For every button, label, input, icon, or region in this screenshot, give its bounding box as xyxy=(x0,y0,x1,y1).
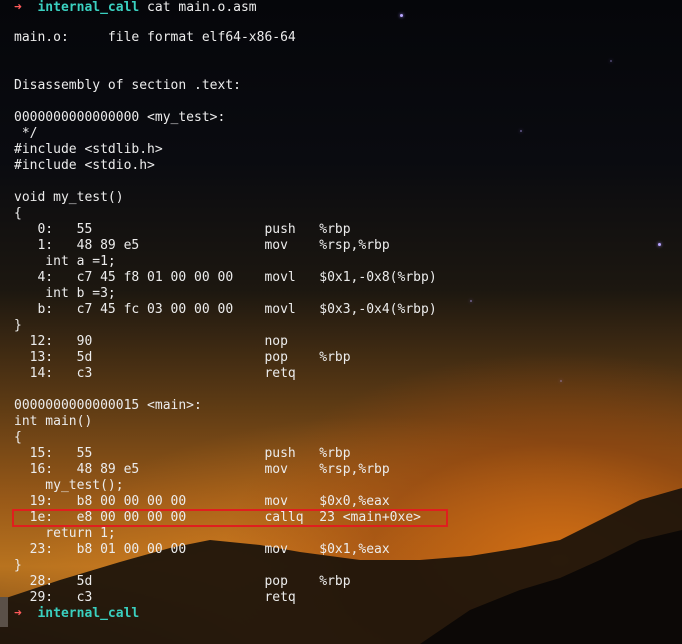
output-line: { xyxy=(14,206,22,221)
output-line: } xyxy=(14,558,22,573)
output-line: { xyxy=(14,430,22,445)
output-line: #include <stdlib.h> xyxy=(14,142,163,157)
output-line: int a =1; xyxy=(14,254,116,269)
prompt-arrow-icon: ➜ xyxy=(14,606,22,621)
output-line: 29: c3 retq xyxy=(14,590,296,605)
output-line: Disassembly of section .text: xyxy=(14,78,241,93)
prompt-directory: internal_call xyxy=(37,0,140,15)
output-line: 12: 90 nop xyxy=(14,334,288,349)
output-line: 28: 5d pop %rbp xyxy=(14,574,351,589)
output-line: my_test(); xyxy=(14,478,124,493)
output-line: 13: 5d pop %rbp xyxy=(14,350,351,365)
output-line: int main() xyxy=(14,414,93,429)
command-text: cat main.o.asm xyxy=(139,0,257,15)
callq-highlight-box xyxy=(12,509,448,527)
output-line: return 1; xyxy=(14,526,116,541)
output-line: 0: 55 push %rbp xyxy=(14,222,351,237)
output-line: int b =3; xyxy=(14,286,116,301)
output-line: main.o: file format elf64-x86-64 xyxy=(14,30,296,45)
prompt-line: ➜ internal_call xyxy=(14,606,139,622)
output-line: 0000000000000015 <main>: xyxy=(14,398,202,413)
command-line: ➜ internal_call cat main.o.asm xyxy=(14,0,257,16)
output-line: 23: b8 01 00 00 00 mov $0x1,%eax xyxy=(14,542,390,557)
output-line: void my_test() xyxy=(14,190,124,205)
output-line: 0000000000000000 <my_test>: xyxy=(14,110,226,125)
output-line: 4: c7 45 f8 01 00 00 00 movl $0x1,-0x8(%… xyxy=(14,270,437,285)
output-line: #include <stdio.h> xyxy=(14,158,155,173)
window-edge xyxy=(0,597,8,627)
output-line: } xyxy=(14,318,22,333)
output-line: 14: c3 retq xyxy=(14,366,296,381)
output-line: 16: 48 89 e5 mov %rsp,%rbp xyxy=(14,462,390,477)
output-line: */ xyxy=(14,126,38,141)
output-line: 15: 55 push %rbp xyxy=(14,446,351,461)
prompt-directory: internal_call xyxy=(37,606,140,621)
output-line: 1: 48 89 e5 mov %rsp,%rbp xyxy=(14,238,390,253)
output-line: 19: b8 00 00 00 00 mov $0x0,%eax xyxy=(14,494,390,509)
output-line: b: c7 45 fc 03 00 00 00 movl $0x3,-0x4(%… xyxy=(14,302,437,317)
prompt-arrow-icon: ➜ xyxy=(14,0,22,15)
terminal-output[interactable]: ➜ internal_call cat main.o.asm main.o: f… xyxy=(14,0,682,644)
